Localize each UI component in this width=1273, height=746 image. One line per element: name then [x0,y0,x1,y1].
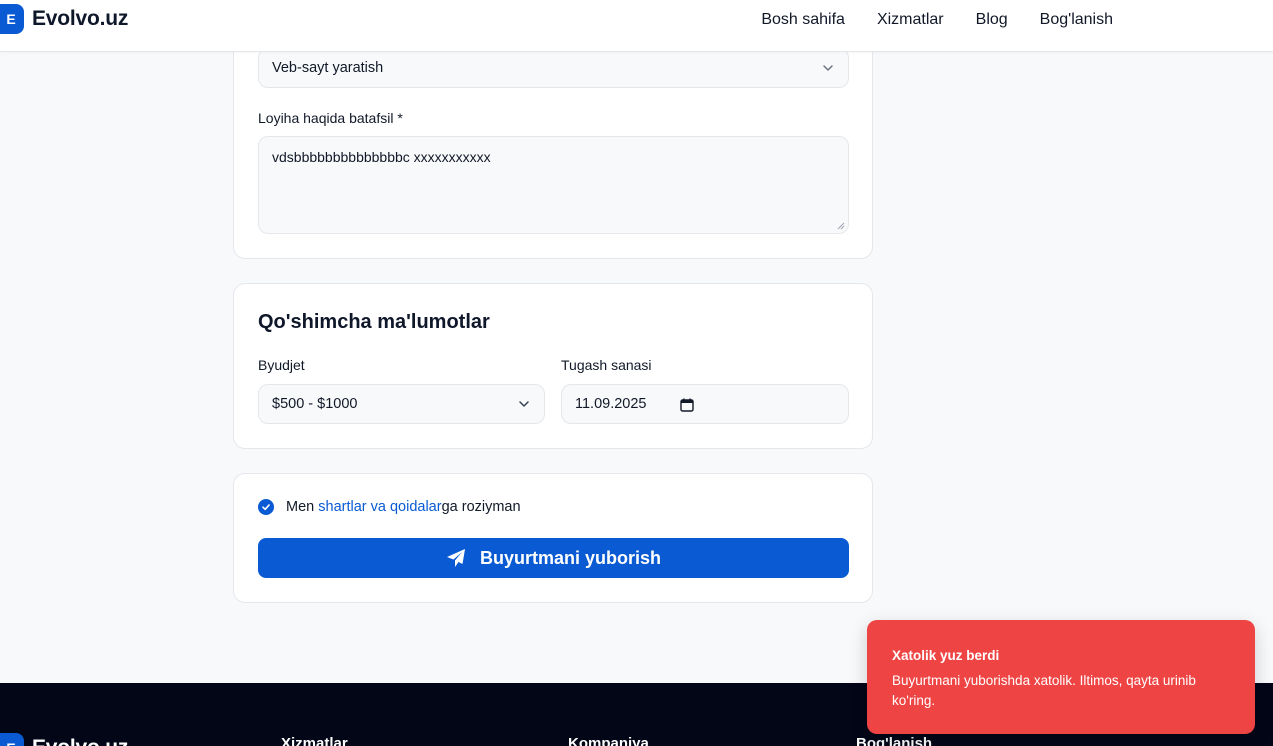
budget-select[interactable]: $500 - $1000 [258,384,545,424]
details-label: Loyiha haqida batafsil * [258,110,403,126]
main-nav: Bosh sahifa Xizmatlar Blog Bog'lanish [761,10,1113,30]
deadline-date-value: 11.09.2025 [575,396,647,412]
deadline-date-input[interactable]: 11.09.2025 [561,384,849,424]
footer-logo-badge: E [0,733,24,746]
calendar-icon[interactable] [680,398,694,412]
submit-order-button[interactable]: Buyurtmani yuborish [258,538,849,578]
logo[interactable]: E Evolvo.uz [0,4,128,34]
error-toast[interactable]: Xatolik yuz berdi Buyurtmani yuborishda … [867,620,1255,734]
service-select-value: Veb-sayt yaratish [272,60,384,76]
send-icon [446,549,465,567]
extra-info-card: Qo'shimcha ma'lumotlar Byudjet $500 - $1… [233,283,873,449]
terms-link[interactable]: shartlar va qoidalar [318,499,441,515]
nav-link-home[interactable]: Bosh sahifa [761,10,845,30]
budget-label: Byudjet [258,357,305,373]
footer-col-contact: Bog'lanish [856,735,933,746]
project-details-card: Veb-sayt yaratish Loyiha haqida batafsil… [233,30,873,259]
logo-badge: E [0,4,24,34]
nav-link-contact[interactable]: Bog'lanish [1040,10,1113,30]
nav-link-blog[interactable]: Blog [976,10,1008,30]
budget-select-value: $500 - $1000 [272,396,358,412]
footer-logo-text: Evolvo.uz [32,736,128,746]
service-select[interactable]: Veb-sayt yaratish [258,48,849,88]
toast-title: Xatolik yuz berdi [892,648,1000,663]
submit-card: Men shartlar va qoidalarga roziyman Buyu… [233,473,873,603]
deadline-label: Tugash sanasi [561,357,652,373]
details-textarea[interactable]: vdsbbbbbbbbbbbbbbc xxxxxxxxxxx [258,136,849,234]
check-icon [262,504,270,511]
footer-col-company: Kompaniya [568,735,649,746]
site-header: E Evolvo.uz Bosh sahifa Xizmatlar Blog B… [0,0,1273,52]
toast-message: Buyurtmani yuborishda xatolik. Iltimos, … [892,673,1196,708]
section-title: Qo'shimcha ma'lumotlar [258,311,490,333]
footer-logo[interactable]: E Evolvo.uz [0,733,128,746]
nav-link-services[interactable]: Xizmatlar [877,10,944,30]
resize-handle-icon[interactable] [837,222,845,230]
agree-checkbox[interactable] [258,499,274,515]
chevron-down-icon [519,401,529,407]
agree-text: Men shartlar va qoidalarga roziyman [286,499,521,516]
agree-suffix: ga roziyman [441,499,521,515]
chevron-down-icon [823,65,833,71]
details-textarea-value: vdsbbbbbbbbbbbbbbc xxxxxxxxxxx [272,149,491,165]
agree-prefix: Men [286,499,319,515]
submit-order-label: Buyurtmani yuborish [479,547,662,568]
footer-col-services: Xizmatlar [281,735,348,746]
logo-text: Evolvo.uz [32,7,129,30]
